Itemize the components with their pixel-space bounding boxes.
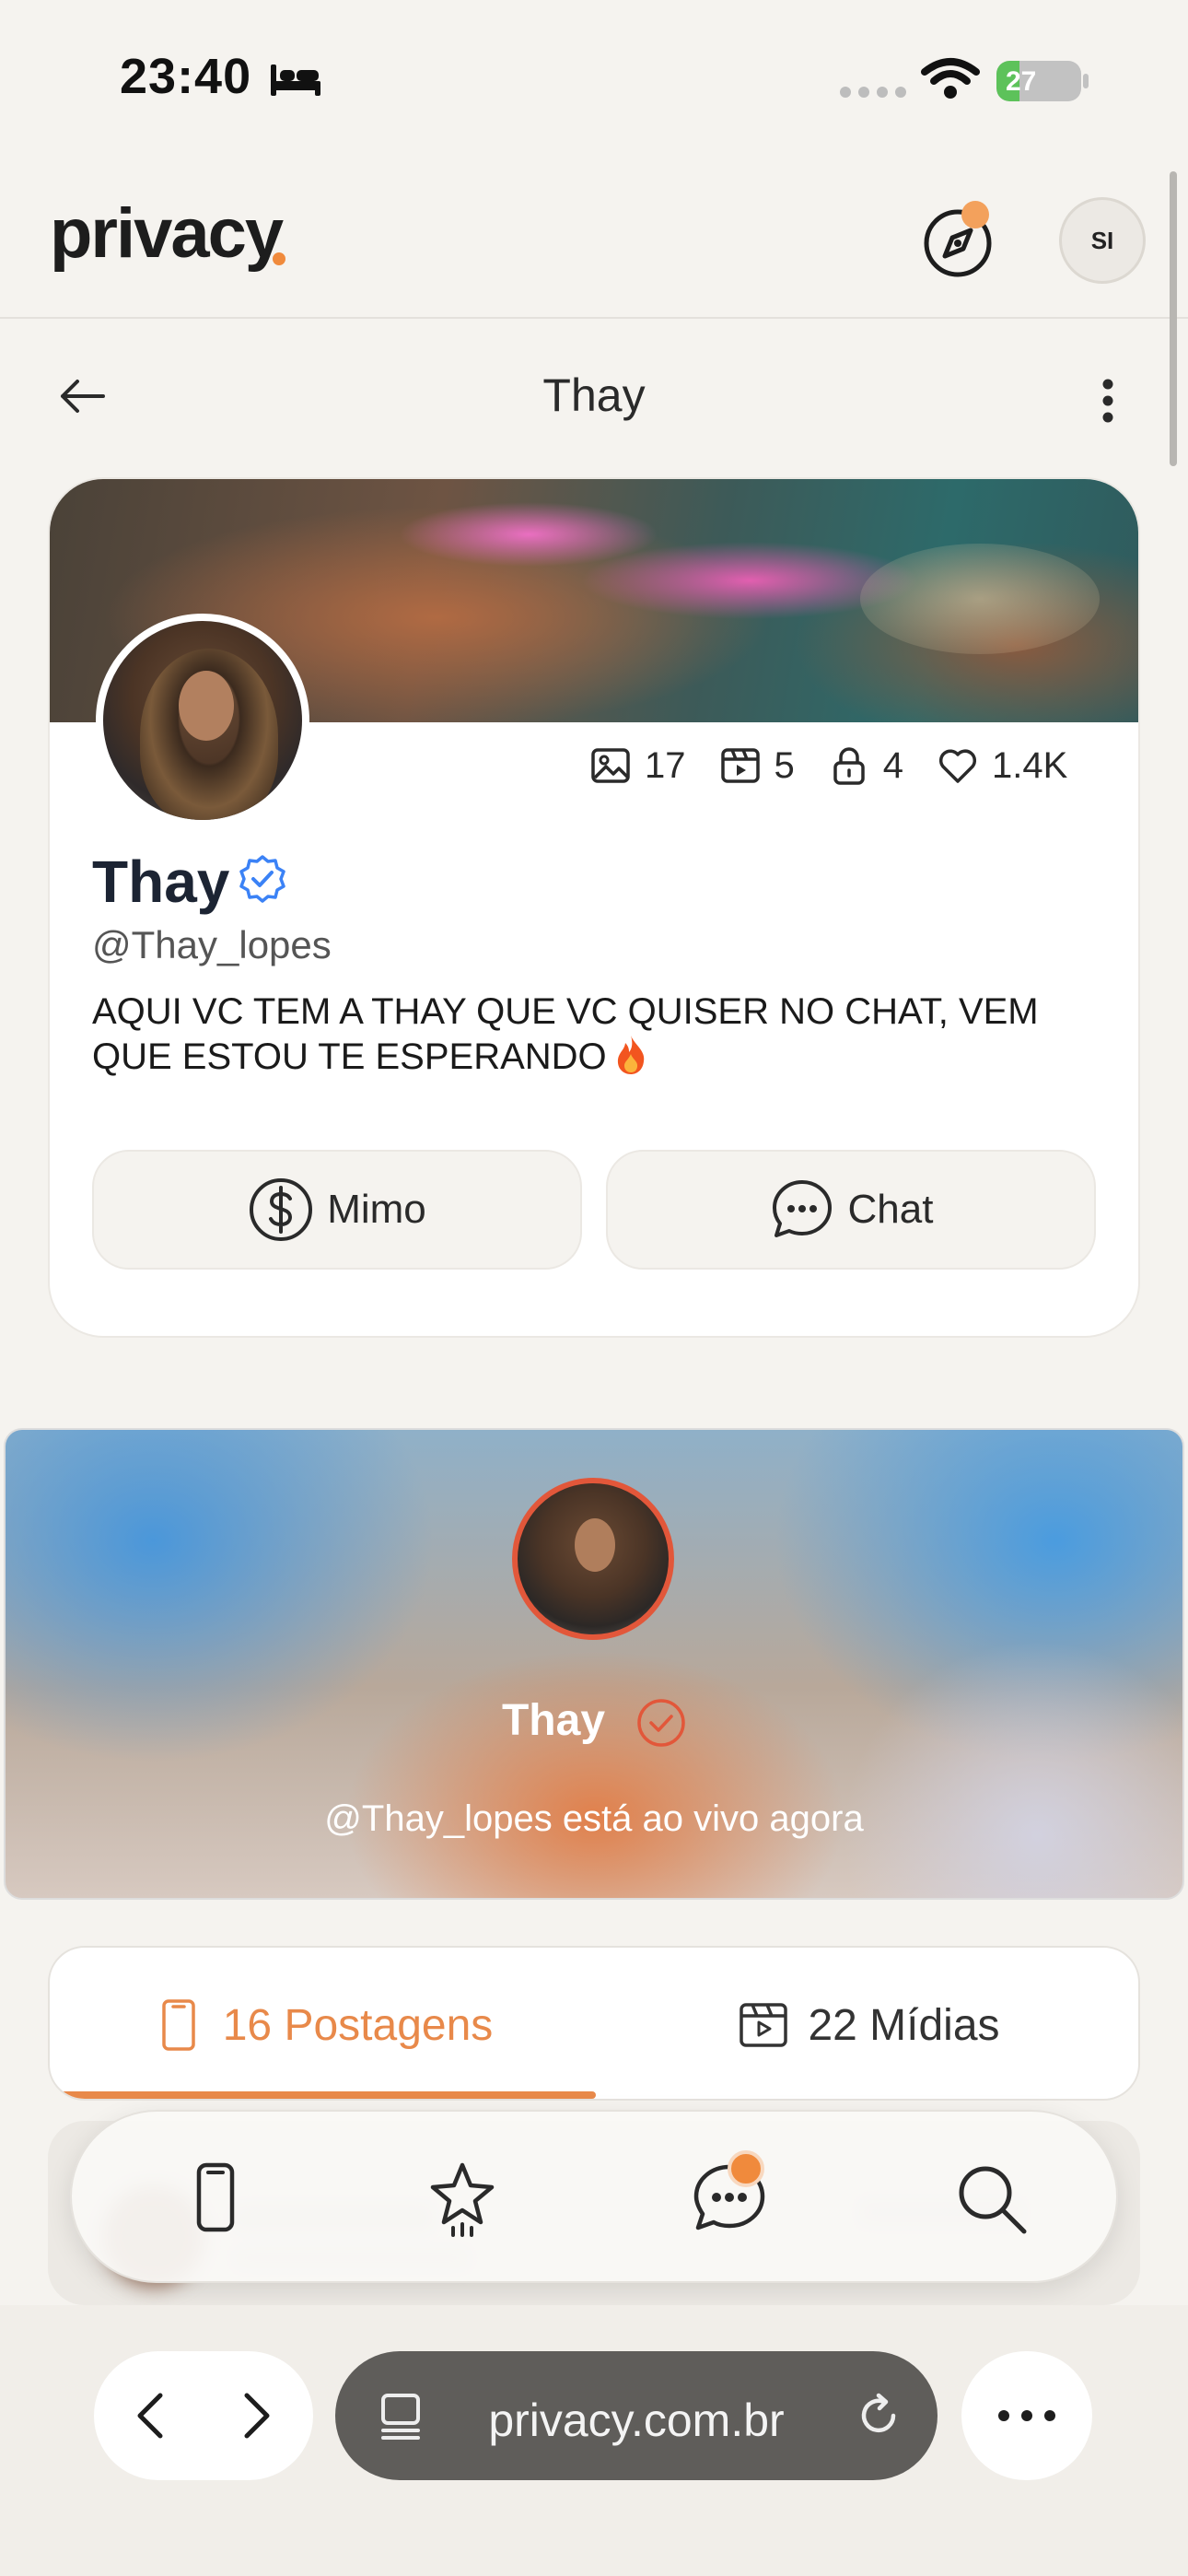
user-avatar-button[interactable]: SI: [1059, 197, 1146, 284]
live-avatar[interactable]: [512, 1478, 674, 1640]
tip-button-label: Mimo: [327, 1187, 426, 1232]
live-verified-icon: [637, 1699, 685, 1747]
content-tabs: 16 Postagens 22 Mídias: [48, 1946, 1140, 2101]
verified-badge-icon: [239, 855, 285, 903]
stat-likes-value: 1.4K: [992, 744, 1068, 786]
bottom-navigation: [70, 2110, 1118, 2283]
phone-post-icon: [161, 1999, 195, 2051]
heart-icon: [938, 749, 977, 783]
chat-bubble-icon: [772, 1180, 832, 1237]
profile-handle: @Thay_lopes: [92, 923, 332, 966]
profile-bio-text: AQUI VC TEM A THAY QUE VC QUISER NO CHAT…: [92, 991, 1039, 1077]
battery-nub: [1083, 74, 1089, 88]
nav-search[interactable]: [936, 2143, 1046, 2254]
address-bar[interactable]: privacy.com.br: [335, 2351, 938, 2480]
notification-dot: [961, 201, 989, 228]
reload-icon[interactable]: [853, 2390, 904, 2441]
messages-notification-dot: [728, 2150, 764, 2187]
history-nav-group: [94, 2351, 313, 2480]
url-text: privacy.com.br: [488, 2395, 785, 2446]
feed-phone-icon: [196, 2162, 235, 2232]
fire-emoji-icon: [617, 1036, 644, 1074]
page-scrollbar[interactable]: [1170, 171, 1177, 466]
video-clapper-icon: [720, 748, 760, 783]
more-horizontal-icon: [998, 2410, 1055, 2421]
battery-percent: 27: [1006, 66, 1037, 97]
chat-button-label: Chat: [847, 1187, 934, 1232]
header-divider: [0, 317, 1188, 319]
battery-indicator: 27: [996, 61, 1081, 101]
status-time: 23:40: [120, 49, 252, 104]
media-clapper-icon: [740, 2003, 788, 2047]
more-options-icon[interactable]: [1101, 378, 1114, 424]
wifi-icon: [921, 58, 980, 99]
page-title: Thay: [542, 369, 646, 421]
profile-name: Thay: [92, 849, 230, 915]
logo-dot: [273, 252, 285, 265]
nav-favorites[interactable]: [407, 2143, 518, 2254]
live-status-text: @Thay_lopes está ao vivo agora: [324, 1798, 864, 1839]
tab-media-label: 22 Mídias: [808, 2000, 1000, 2050]
tab-media[interactable]: 22 Mídias: [596, 1948, 1138, 2099]
tab-posts[interactable]: 16 Postagens: [50, 1948, 596, 2099]
stat-videos: 5: [719, 744, 795, 787]
stat-photos-value: 17: [645, 744, 686, 786]
tab-posts-label: 16 Postagens: [222, 2000, 494, 2050]
tip-mimo-button[interactable]: Mimo: [92, 1150, 582, 1270]
stat-likes: 1.4K: [937, 744, 1067, 787]
stat-videos-value: 5: [774, 744, 795, 786]
nav-feed[interactable]: [160, 2143, 271, 2254]
dollar-coin-icon: [250, 1178, 313, 1241]
profile-stats: 17 5 4 1.4K: [589, 744, 1067, 787]
privacy-logo[interactable]: privacy: [50, 193, 284, 274]
stat-locked: 4: [828, 744, 903, 787]
profile-avatar[interactable]: [96, 614, 309, 827]
stat-photos: 17: [589, 744, 686, 787]
cellular-signal-icon: [840, 87, 906, 98]
active-tab-indicator: [50, 2091, 596, 2099]
profile-bio: AQUI VC TEM A THAY QUE VC QUISER NO CHAT…: [92, 989, 1087, 1079]
sleep-focus-icon: [271, 64, 320, 96]
star-icon: [430, 2162, 495, 2237]
stat-locked-value: 4: [882, 744, 903, 786]
lock-icon: [833, 747, 865, 785]
chevron-left-icon[interactable]: [123, 2388, 179, 2443]
search-icon: [959, 2166, 1027, 2234]
chevron-right-icon[interactable]: [228, 2388, 284, 2443]
chat-button[interactable]: Chat: [606, 1150, 1096, 1270]
image-icon: [591, 748, 630, 783]
live-creator-name: Thay: [501, 1696, 606, 1745]
browser-more-button[interactable]: [961, 2351, 1092, 2480]
